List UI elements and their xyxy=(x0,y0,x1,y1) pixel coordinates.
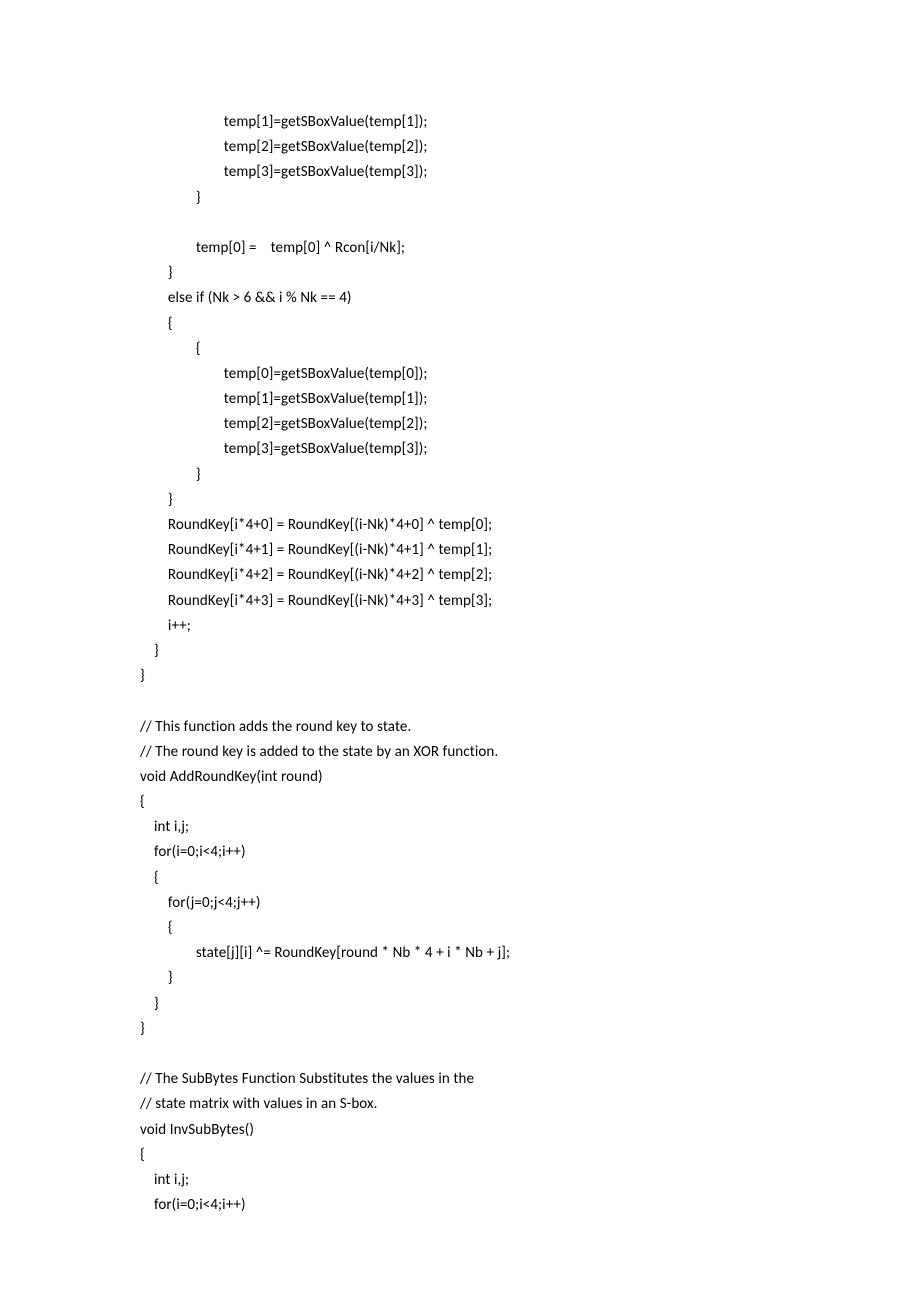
code-block: temp[1]=getSBoxValue(temp[1]); temp[2]=g… xyxy=(140,110,780,1218)
document-page: temp[1]=getSBoxValue(temp[1]); temp[2]=g… xyxy=(0,0,920,1308)
